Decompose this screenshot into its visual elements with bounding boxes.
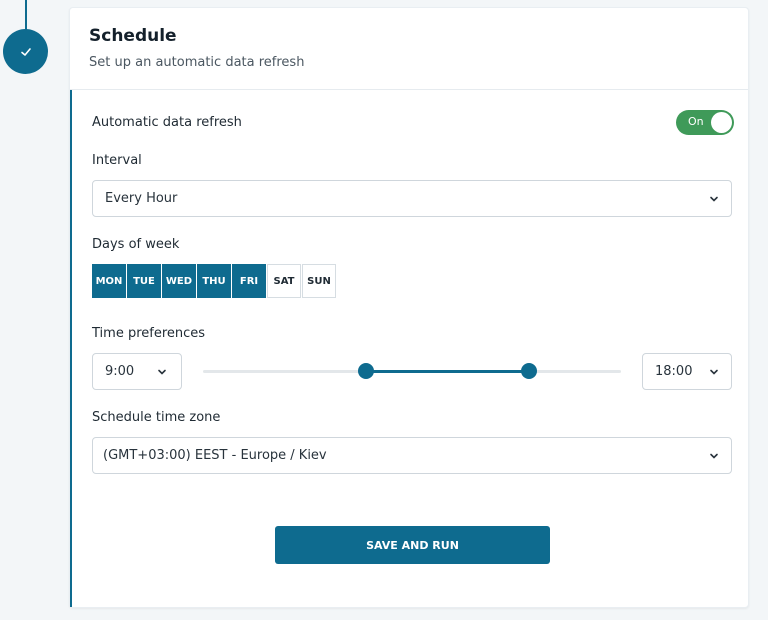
start-time-select[interactable]: 9:00 [92, 353, 182, 390]
end-time-select[interactable]: 18:00 [642, 353, 732, 390]
day-sat[interactable]: SAT [267, 264, 301, 298]
day-sun[interactable]: SUN [302, 264, 336, 298]
step-complete-indicator [3, 29, 48, 74]
interval-select[interactable]: Every Hour [92, 180, 732, 217]
save-and-run-button[interactable]: SAVE AND RUN [275, 526, 550, 564]
chevron-down-icon [710, 196, 718, 202]
card-header: Schedule Set up an automatic data refres… [70, 8, 748, 90]
day-thu[interactable]: THU [197, 264, 231, 298]
card-body: Automatic data refresh On Interval Every… [70, 90, 748, 607]
slider-start-handle[interactable] [358, 363, 374, 379]
timezone-label: Schedule time zone [92, 410, 221, 425]
timezone-select[interactable]: (GMT+03:00) EEST - Europe / Kiev [92, 437, 732, 474]
day-wed[interactable]: WED [162, 264, 196, 298]
schedule-card: Schedule Set up an automatic data refres… [69, 7, 749, 608]
toggle-knob [711, 112, 732, 133]
auto-refresh-toggle[interactable]: On [676, 110, 734, 135]
timezone-value: (GMT+03:00) EEST - Europe / Kiev [103, 448, 327, 463]
days-of-week-selector: MON TUE WED THU FRI SAT SUN [92, 264, 337, 298]
slider-end-handle[interactable] [521, 363, 537, 379]
start-time-value: 9:00 [105, 364, 135, 379]
interval-label: Interval [92, 153, 142, 168]
check-icon [20, 47, 31, 56]
time-preferences-label: Time preferences [92, 326, 206, 341]
chevron-down-icon [710, 453, 718, 459]
chevron-down-icon [158, 369, 166, 375]
toggle-state-label: On [688, 115, 704, 128]
days-of-week-label: Days of week [92, 237, 180, 252]
day-fri[interactable]: FRI [232, 264, 266, 298]
end-time-value: 18:00 [655, 364, 693, 379]
slider-selected-range [365, 370, 529, 373]
page-subtitle: Set up an automatic data refresh [89, 55, 305, 70]
interval-value: Every Hour [105, 191, 178, 206]
day-mon[interactable]: MON [92, 264, 126, 298]
time-range-slider[interactable] [203, 363, 621, 379]
page-title: Schedule [89, 26, 177, 46]
chevron-down-icon [710, 369, 718, 375]
day-tue[interactable]: TUE [127, 264, 161, 298]
auto-refresh-label: Automatic data refresh [92, 115, 242, 130]
